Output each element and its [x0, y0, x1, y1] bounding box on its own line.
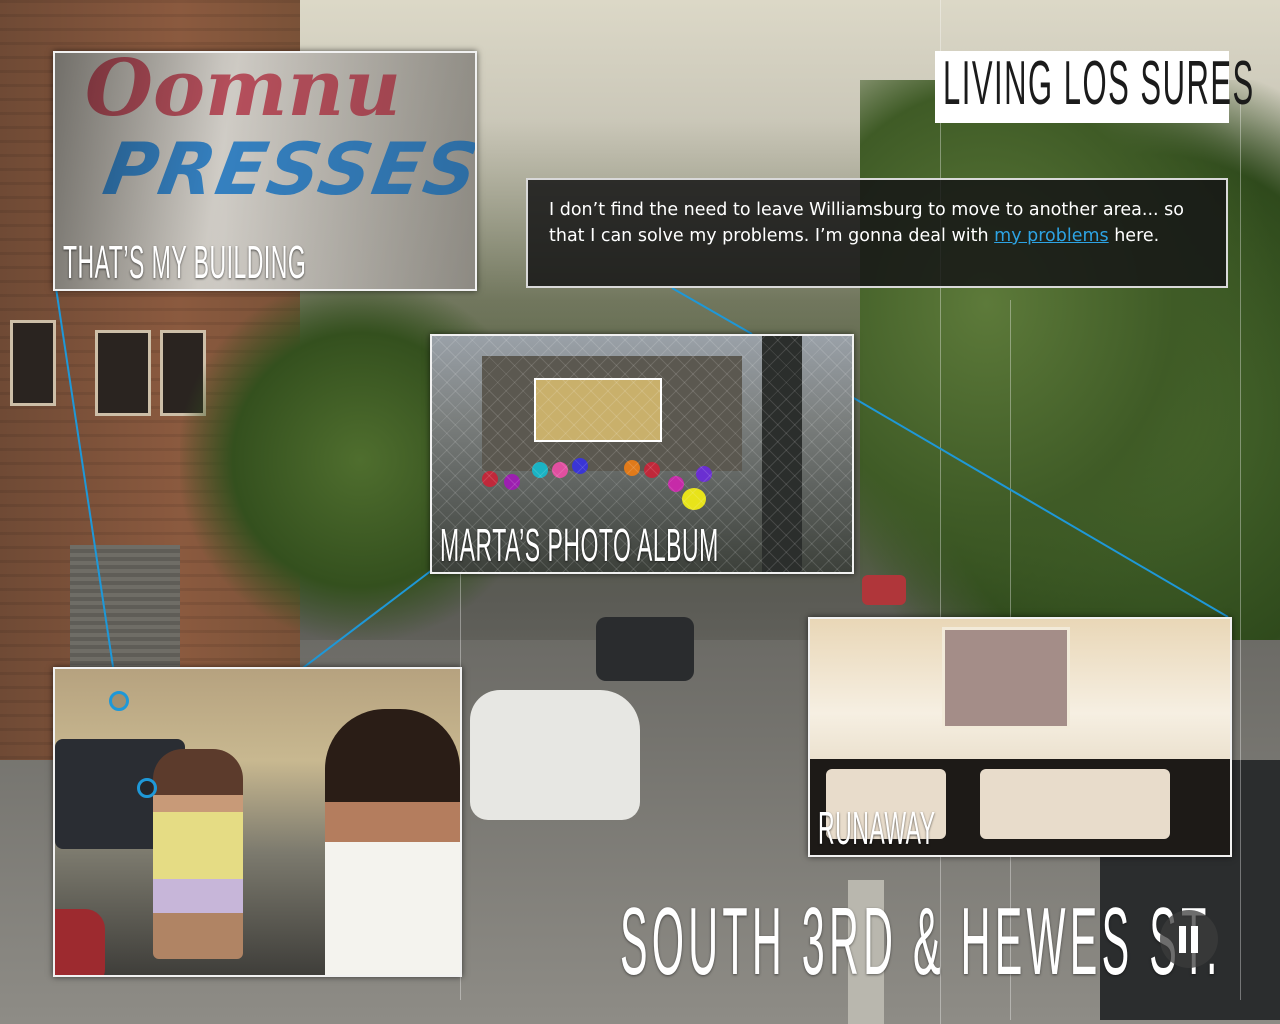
logo-text: LIVING LOS SURES [943, 49, 1255, 118]
location-title: SOUTH 3RD & HEWES ST. [620, 888, 1222, 995]
photo-woman [325, 709, 460, 975]
panel-label: MARTA’S PHOTO ALBUM [440, 519, 719, 571]
photo-red-car [55, 909, 105, 975]
hotspot-marker[interactable] [109, 691, 129, 711]
panel-label: THAT’S MY BUILDING [63, 236, 307, 288]
quote-text-end: here. [1108, 226, 1160, 246]
hotspot-marker[interactable] [137, 778, 157, 798]
quote-box: I don’t find the need to leave Williamsb… [526, 178, 1228, 288]
story-panel-runaway[interactable]: RUNAWAY [808, 617, 1232, 857]
story-panel-martas-photo-album[interactable]: MARTA’S PHOTO ALBUM [430, 334, 854, 574]
panel-label: RUNAWAY [818, 802, 936, 854]
film-slide [942, 627, 1070, 729]
story-panel-thats-my-building[interactable]: Oomnu PRESSES THAT’S MY BUILDING [53, 51, 477, 291]
photo-girl [153, 749, 243, 959]
living-los-sures-logo[interactable]: LIVING LOS SURES [935, 49, 1255, 123]
pause-button[interactable] [1160, 910, 1218, 968]
story-panel-family-photo[interactable] [53, 667, 462, 977]
quote-link-my-problems[interactable]: my problems [994, 226, 1109, 246]
